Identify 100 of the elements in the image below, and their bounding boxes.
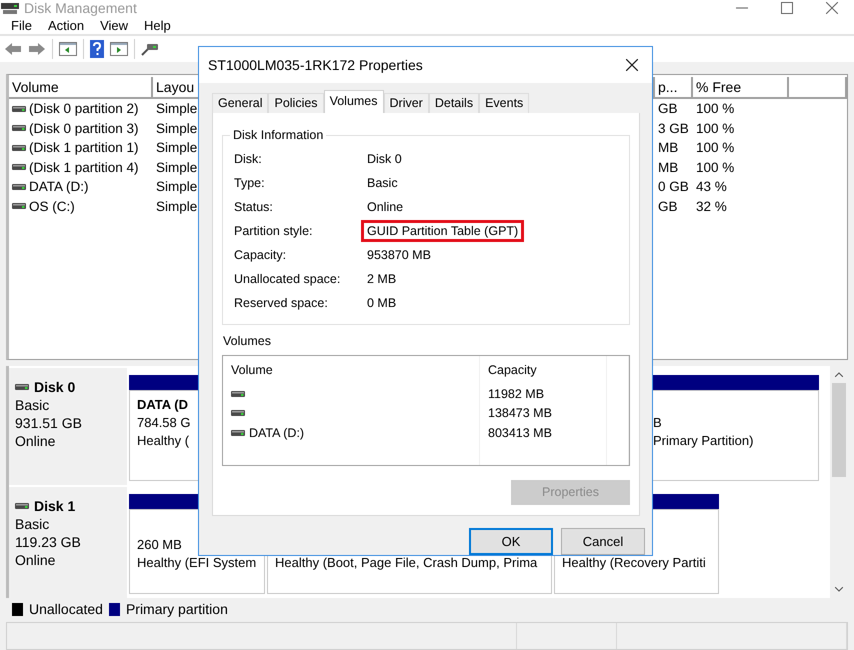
drive-icon <box>231 390 245 397</box>
table-cell-text: MB <box>657 140 680 156</box>
partition-label: DATA (D <box>137 396 188 414</box>
field-value: 0 MB <box>366 294 398 312</box>
field-label: Unallocated space: <box>234 272 342 286</box>
menu-item[interactable]: View <box>95 18 134 32</box>
cancel-button[interactable]: Cancel <box>561 528 645 555</box>
tab[interactable]: Policies <box>268 92 324 113</box>
table-cell: DATA (D:) <box>29 179 88 194</box>
drive-icon <box>12 203 26 210</box>
close-button[interactable] <box>826 2 838 14</box>
partition-size: 784.58 G <box>137 414 190 432</box>
group-title: Disk Information <box>230 128 326 142</box>
tab[interactable]: Events <box>479 92 530 113</box>
close-icon[interactable] <box>626 58 638 71</box>
help-icon[interactable] <box>90 40 104 58</box>
field-label: Reserved space: <box>234 296 329 310</box>
table-cell-text: Simple <box>155 140 198 156</box>
column-header[interactable]: Volume <box>9 77 153 99</box>
table-cell-text: 100 % <box>695 140 736 156</box>
column-header: Volume <box>223 356 480 384</box>
tab[interactable]: Details <box>428 92 480 113</box>
window-title: Disk Management <box>24 0 137 16</box>
caret-up-icon[interactable] <box>835 372 843 377</box>
tab[interactable]: General <box>212 92 268 113</box>
table-cell-text: GB <box>657 198 679 214</box>
disk-name: Disk 0 <box>34 378 76 396</box>
tab[interactable]: Driver <box>384 92 429 113</box>
table-cell-text: Simple <box>155 101 198 116</box>
disk-info-panel[interactable]: Disk 1 Basic 119.23 GB Online <box>9 487 127 598</box>
disk-size: 119.23 GB <box>15 533 82 551</box>
drive-icon <box>12 144 26 151</box>
drive-icon <box>231 410 245 416</box>
drive-icon <box>12 164 26 170</box>
menu-item[interactable]: Action <box>42 18 90 32</box>
caret-down-icon[interactable] <box>835 587 843 592</box>
drive-icon <box>12 106 26 112</box>
drive-icon <box>12 125 26 132</box>
drive-icon <box>15 503 29 509</box>
drive-icon <box>15 384 29 390</box>
column-header[interactable]: p... <box>655 77 693 99</box>
field-label: Disk: <box>234 152 263 166</box>
field-label: Capacity: <box>234 248 288 262</box>
disk-status: Online <box>15 432 56 450</box>
dialog-title: ST1000LM035-1RK172 Properties <box>208 56 423 73</box>
table-cell: 803413 MB <box>488 426 552 440</box>
pane-icon[interactable] <box>59 41 77 57</box>
tab[interactable]: Volumes <box>324 90 384 113</box>
legend-label: Primary partition <box>126 601 228 617</box>
table-cell: DATA (D:) <box>249 426 304 440</box>
table-cell-text: 43 % <box>695 179 728 194</box>
field-value: 2 MB <box>366 270 398 288</box>
table-cell: (Disk 1 partition 4) <box>29 160 139 175</box>
pane-icon[interactable] <box>110 41 128 57</box>
table-cell-text: 100 % <box>695 160 736 175</box>
partition-status: Healthy (EFI System <box>137 554 256 572</box>
table-cell-text: Simple <box>155 198 198 214</box>
field-label: Status: <box>234 200 274 214</box>
column-header[interactable]: % Free <box>693 77 789 99</box>
ok-button[interactable]: OK <box>469 528 553 555</box>
table-cell-text: Simple <box>155 179 198 194</box>
legend-label: Unallocated <box>29 601 103 617</box>
disk-type: Basic <box>15 515 50 533</box>
disk-status: Online <box>15 551 56 569</box>
field-value: Basic <box>366 174 399 192</box>
app-icon <box>0 1 20 15</box>
table-cell-text: 100 % <box>695 120 736 136</box>
table-cell: 138473 MB <box>488 406 552 420</box>
partition-status: Healthy (Boot, Page File, Crash Dump, Prima <box>275 554 538 572</box>
disk-info-panel[interactable]: Disk 0 Basic 931.51 GB Online <box>9 368 127 485</box>
table-cell-text: MB <box>657 160 680 175</box>
partition-status: Primary Partition) <box>653 432 754 450</box>
table-cell: (Disk 0 partition 3) <box>29 120 139 136</box>
highlighted-value: GUID Partition Table (GPT) <box>361 220 524 242</box>
partition-status: Healthy ( <box>137 432 190 450</box>
table-cell-text: Simple <box>155 120 198 136</box>
field-value: Online <box>366 198 404 216</box>
disk-name: Disk 1 <box>34 497 76 515</box>
field-value: 953870 MB <box>366 246 432 264</box>
partition-size: 260 MB <box>137 536 182 554</box>
field-value: Disk 0 <box>366 150 403 168</box>
plug-icon[interactable] <box>141 42 159 56</box>
table-cell-text: GB <box>657 101 679 116</box>
column-header: Capacity <box>480 356 607 384</box>
disk-size: 931.51 GB <box>15 414 83 432</box>
table-cell-text: Simple <box>155 160 198 175</box>
back-arrow-icon[interactable] <box>4 41 22 57</box>
field-label: Partition style: <box>234 224 314 238</box>
table-cell: OS (C:) <box>29 198 75 214</box>
table-cell: (Disk 0 partition 2) <box>29 101 139 116</box>
partition-status: Healthy (Recovery Partiti <box>562 554 706 572</box>
forward-arrow-icon[interactable] <box>28 41 46 57</box>
table-cell-text: 0 GB <box>657 179 690 194</box>
drive-icon <box>12 184 26 190</box>
table-cell-text: 32 % <box>695 198 728 214</box>
section-label: Volumes <box>223 334 272 350</box>
drive-icon <box>231 430 245 436</box>
menu-item[interactable]: Help <box>139 18 176 32</box>
maximize-button[interactable] <box>781 2 793 14</box>
menu-item[interactable]: File <box>6 18 37 32</box>
